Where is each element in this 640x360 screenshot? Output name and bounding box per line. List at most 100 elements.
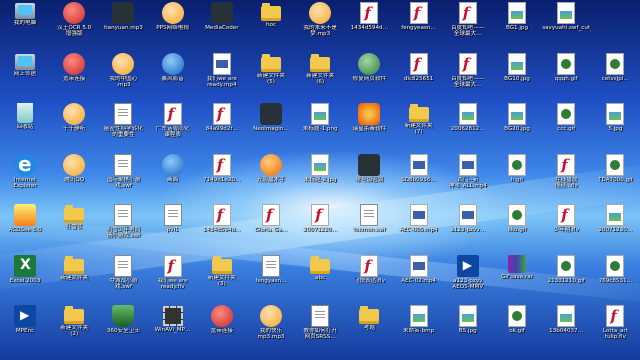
desktop-icon[interactable]: 秘密性科学转化 的重要性 xyxy=(98,101,148,149)
mp3-file-icon xyxy=(112,2,135,24)
desktop-icon[interactable]: 未命名.bmp xyxy=(394,303,444,351)
desktop-icon[interactable]: GIFsave.rar xyxy=(492,253,542,301)
desktop-icon[interactable]: 宽带连接 xyxy=(49,51,99,99)
desktop-icon-label: fengyeasn… xyxy=(401,25,436,31)
desktop-icon[interactable]: 新建文件夹 (7) xyxy=(394,101,444,149)
desktop-icon[interactable]: AEC-02.mp4 xyxy=(394,253,444,301)
desktop-icon[interactable]: fengyasn… xyxy=(246,253,296,301)
desktop-icon[interactable]: 我的快乐 mp3.mp3 xyxy=(246,303,296,351)
desktop-icon-label: 千千静听 xyxy=(62,126,86,132)
desktop-icon[interactable]: 新建文件夹 xyxy=(49,253,99,301)
desktop-icon[interactable]: BG1.jpg xyxy=(492,0,542,48)
desktop-icon[interactable]: 夺城战小游 戏.swf xyxy=(98,253,148,301)
desktop-icon[interactable]: 初雪少年男同 情小游戏.swf xyxy=(98,202,148,250)
desktop-icon[interactable]: 腾讯QQ xyxy=(49,152,99,200)
desktop-icon[interactable]: 汉王OCR 5.0 增强版 xyxy=(49,0,99,48)
desktop-icon[interactable]: 新建文件夹 (5) xyxy=(246,51,296,99)
desktop-icon[interactable]: tianyuan.mp3 xyxy=(98,0,148,48)
desktop-icon[interactable]: MediaCoder xyxy=(197,0,247,48)
desktop-icon[interactable]: 光影魔术手 xyxy=(246,152,296,200)
desktop-icon[interactable]: 飞快表达.flv xyxy=(344,253,394,301)
desktop-icon[interactable]: 未标题-2.jpg xyxy=(295,152,345,200)
desktop-icon[interactable]: 瑞星杀毒软件 xyxy=(344,101,394,149)
desktop-icon-label: 打雪仗 xyxy=(65,224,83,230)
desktop-icon[interactable]: PPS网络电视 xyxy=(148,0,198,48)
desktop-icon[interactable]: 我的未来不是 梦.mp3 xyxy=(295,0,345,48)
desktop-icon[interactable]: 广东话粤同化 课程表 xyxy=(148,101,198,149)
desktop-icon[interactable]: Excel 2003 xyxy=(0,253,50,301)
desktop-icon[interactable]: B5.jpg xyxy=(443,303,493,351)
desktop-icon[interactable]: ccc.gif xyxy=(541,101,591,149)
desktop-icon[interactable]: fengyeasn… xyxy=(394,0,444,48)
desktop-icon[interactable]: h.gif xyxy=(492,152,542,200)
desktop-icon[interactable]: Internet Explorer xyxy=(0,152,50,200)
desktop-icon[interactable]: WinAVI_MP… xyxy=(148,303,198,351)
desktop-icon[interactable]: a123-pzvv… xyxy=(443,202,493,250)
desktop-icon[interactable]: 20062812… xyxy=(443,101,493,149)
desktop-icon[interactable]: dlc825651 xyxy=(394,51,444,99)
desktop-icon[interactable]: 我们we are ready.flv xyxy=(148,253,198,301)
desktop-icon[interactable]: 我的中国心 .mp3 xyxy=(98,51,148,99)
desktop-icon[interactable]: ACDSee 5.0 xyxy=(0,202,50,250)
desktop-icon[interactable]: BG20.jpg xyxy=(492,101,542,149)
image-file-icon xyxy=(557,305,576,327)
desktop-icon[interactable]: 回收站 xyxy=(0,101,50,149)
desktop-icon[interactable]: 新建文件夹 (6) xyxy=(295,51,345,99)
desktop-icon[interactable]: Lotta_art tulip.flv xyxy=(590,303,640,351)
desktop-icon[interactable]: SD8b0936… xyxy=(394,152,444,200)
desktop-icon[interactable]: 百度知吧—— 全球最大… xyxy=(443,51,493,99)
desktop-icon[interactable]: 百度知吧—— 全球最大… xyxy=(443,0,493,48)
desktop-icon[interactable]: 教你如何打开 网页SRSS… xyxy=(295,303,345,351)
desktop-icon[interactable]: 账号加密锁 xyxy=(344,152,394,200)
desktop-icon[interactable]: BG10.jpg xyxy=(492,51,542,99)
desktop-icon-label: 新建文件夹 xyxy=(60,274,89,281)
desktop-icon[interactable]: 360安全卫士 xyxy=(98,303,148,351)
desktop-icon[interactable]: NeoImagin… xyxy=(246,101,296,149)
desktop-icon[interactable]: 21331210.gif xyxy=(541,253,591,301)
desktop-icon[interactable]: 13b04037… xyxy=(541,303,591,351)
desktop-icon[interactable]: 少年期.flv xyxy=(541,202,591,250)
desktop-icon[interactable]: 我们we are ready.mp4 xyxy=(197,51,247,99)
desktop-icon[interactable]: 1434d594d… xyxy=(344,0,394,48)
desktop-icon[interactable]: MPEnc xyxy=(0,303,50,351)
desktop-icon[interactable]: 在线播放 视频...flv xyxy=(541,152,591,200)
desktop-icon[interactable]: 千千静听 xyxy=(49,101,99,149)
desktop-icon[interactable]: cetvsjpi… xyxy=(590,51,640,99)
desktop-background[interactable]: 我的电脑 汉王OCR 5.0 增强版 tianyuan.mp3 PPS网络电视 Medi… xyxy=(0,0,640,360)
desktop-icon[interactable]: 画面 xyxy=(148,152,198,200)
desktop-icon[interactable]: 西门--新 神-6_ALL.mp4 xyxy=(443,152,493,200)
desktop-icon[interactable]: a123-pzvv AEO5-MMV xyxy=(443,253,493,301)
desktop-icon-label: MediaCoder xyxy=(205,25,239,31)
desktop-icon[interactable]: 国际象棋小游 戏.swf xyxy=(98,152,148,200)
desktop-icon[interactable]: 暴风影音 xyxy=(148,51,198,99)
desktop-icon[interactable]: ok.gif xyxy=(492,303,542,351)
desktop-icon[interactable]: fokmon.swf xyxy=(344,202,394,250)
desktop-icon[interactable]: 修复网页软件 xyxy=(344,51,394,99)
desktop-icon[interactable]: TDA7000.gif xyxy=(590,152,640,200)
desktop-icon[interactable]: 考题 xyxy=(344,303,394,351)
desktop-icon[interactable]: 网上邻居 xyxy=(0,51,50,99)
desktop-icon[interactable]: Gloria_Ga… xyxy=(246,202,296,250)
flash-file-icon xyxy=(409,52,428,75)
desktop-icon[interactable]: abc xyxy=(295,253,345,301)
desktop-icon[interactable]: 20071230… xyxy=(590,202,640,250)
image-file-icon xyxy=(508,52,526,75)
desktop-icon[interactable]: 769c8531… xyxy=(590,253,640,301)
desktop-icon[interactable]: 我的电脑 xyxy=(0,0,50,48)
desktop-icon[interactable]: kku.gif xyxy=(492,202,542,250)
desktop-icon[interactable]: pvl1 xyxy=(148,202,198,250)
desktop-icon[interactable]: 打雪仗 xyxy=(49,202,99,250)
desktop-icon[interactable]: 7149d1e20… xyxy=(197,152,247,200)
desktop-icon[interactable]: 新建文件夹 (3) xyxy=(197,253,247,301)
desktop-icon[interactable]: hoc xyxy=(246,0,296,48)
desktop-icon[interactable]: 20071220… xyxy=(295,202,345,250)
desktop-icon[interactable]: AEC-005.mp4 xyxy=(394,202,444,250)
desktop-icon[interactable]: 未标题-1.png xyxy=(295,101,345,149)
desktop-icon[interactable]: 1434d594d… xyxy=(197,202,247,250)
desktop-icon[interactable]: 84a99d2f… xyxy=(197,101,247,149)
desktop-icon[interactable]: 宽带连接 xyxy=(197,303,247,351)
desktop-icon[interactable]: savyuahi.swf_cut_with… xyxy=(541,0,591,48)
desktop-icon[interactable]: qqqh.gif xyxy=(541,51,591,99)
desktop-icon[interactable]: 新建文件夹 (2) xyxy=(49,303,99,351)
desktop-icon[interactable]: 5.jpg xyxy=(590,101,640,149)
